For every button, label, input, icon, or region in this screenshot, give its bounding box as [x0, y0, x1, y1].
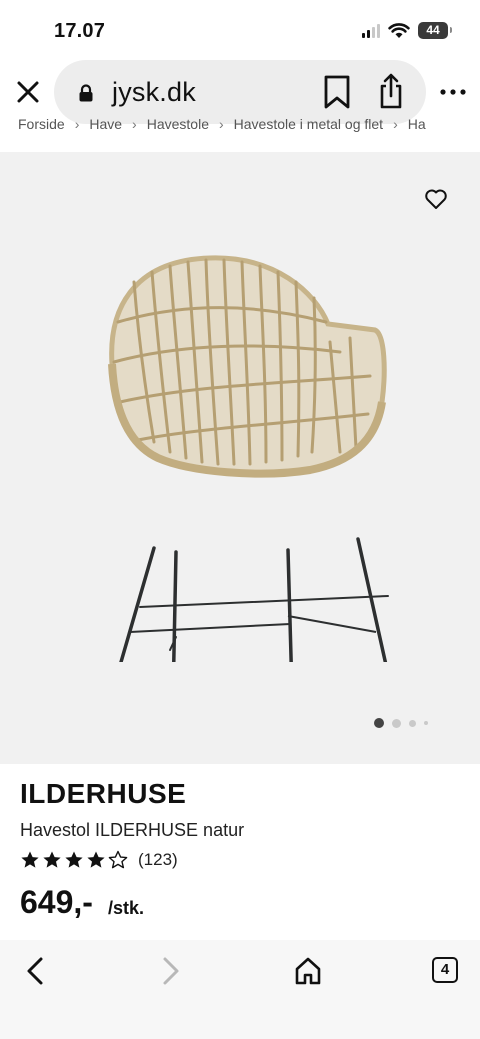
gallery-dot[interactable]: [392, 718, 401, 728]
product-rating[interactable]: (123): [20, 850, 178, 870]
breadcrumb-item[interactable]: Forside: [18, 116, 65, 132]
breadcrumb-separator-icon: ›: [74, 116, 80, 132]
star-outline-icon: [108, 850, 128, 869]
breadcrumb-item[interactable]: Ha: [408, 116, 426, 132]
url-text: jysk.dk: [112, 77, 196, 107]
product-price: 649,-: [20, 884, 93, 920]
star-icon: [43, 851, 61, 868]
gallery-dot[interactable]: [409, 719, 416, 727]
status-icons: 44: [362, 22, 452, 39]
rating-count: (123): [138, 850, 178, 869]
forward-icon[interactable]: [158, 956, 184, 986]
address-bar[interactable]: jysk.dk: [54, 60, 426, 124]
heart-icon[interactable]: [424, 188, 448, 210]
breadcrumb-separator-icon: ›: [218, 116, 224, 132]
star-icon: [21, 851, 39, 868]
gallery-dot[interactable]: [374, 718, 384, 728]
breadcrumb-item[interactable]: Have: [89, 116, 122, 132]
breadcrumb-separator-icon: ›: [393, 116, 398, 132]
tabs-icon[interactable]: 4: [432, 957, 458, 983]
breadcrumb-separator-icon: ›: [132, 116, 137, 132]
browser-bar: jysk.dk: [0, 60, 480, 124]
wifi-icon: [388, 22, 410, 38]
product-name: ILDERHUSE: [20, 778, 187, 809]
close-icon[interactable]: [14, 78, 42, 106]
breadcrumb: Forside › Have › Havestole › Havestole i metal…: [18, 116, 480, 136]
product-image: [108, 255, 389, 662]
star-icon: [87, 851, 105, 868]
product-subtitle: Havestol ILDERHUSE natur: [20, 820, 245, 840]
star-icon: [65, 851, 83, 868]
back-icon[interactable]: [22, 956, 48, 986]
product-gallery[interactable]: [0, 152, 480, 764]
more-icon[interactable]: [438, 80, 468, 104]
signal-icon: [362, 23, 380, 38]
price-unit: /stk.: [108, 898, 145, 918]
gallery-dot[interactable]: [424, 721, 428, 725]
breadcrumb-item[interactable]: Havestole i metal og flet: [234, 116, 383, 132]
bookmark-icon[interactable]: [322, 74, 352, 110]
gallery-pagination[interactable]: [374, 718, 428, 728]
status-time: 17.07: [54, 20, 106, 42]
status-bar: 17.07 44: [0, 0, 480, 60]
browser-toolbar: 4: [0, 940, 480, 1039]
battery-icon: 44: [418, 22, 452, 39]
home-icon[interactable]: [294, 956, 322, 986]
breadcrumb-item[interactable]: Havestole: [147, 116, 209, 132]
lock-icon: [79, 84, 93, 102]
share-icon[interactable]: [376, 72, 406, 110]
